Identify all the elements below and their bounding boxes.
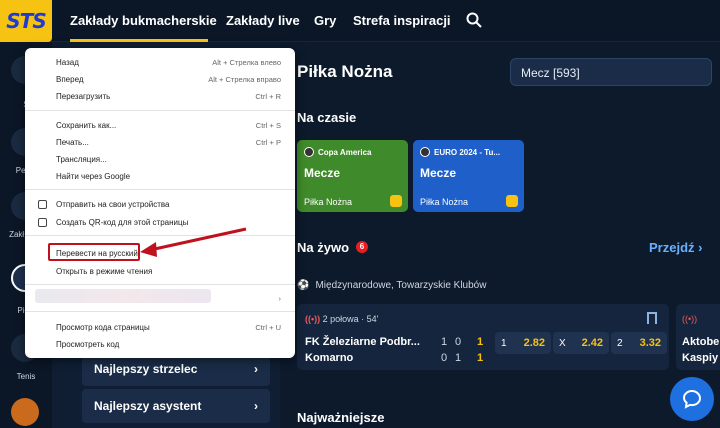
pin-icon[interactable] [647, 312, 657, 324]
chat-icon [682, 389, 702, 409]
nav-gry[interactable]: Gry [314, 13, 336, 28]
menu-item-send-to-devices[interactable]: Отправить на свои устройства [25, 196, 295, 212]
match-card-partial[interactable]: ((•)) Aktobe Kaspiy [676, 304, 720, 370]
promo-tag: Copa America [318, 147, 372, 157]
odd-button-1[interactable]: 1 2.82 [495, 332, 551, 354]
nav-zaklady-live[interactable]: Zakłady live [226, 13, 300, 28]
score: 0 [441, 352, 448, 364]
menu-item-cast[interactable]: Трансляция... [25, 151, 295, 167]
odd-button-2[interactable]: 2 3.32 [611, 332, 667, 354]
top-navbar: STS Zakłady bukmacherskie Zakłady live G… [0, 0, 720, 42]
sts-logo[interactable]: STS [0, 0, 52, 42]
score-total: 1 [477, 336, 484, 348]
league-name: Międzynarodowe, Towarzyskie Klubów [315, 280, 487, 291]
euro-logo-icon [420, 147, 430, 157]
chevron-right-icon: › [254, 399, 258, 413]
promo-badge-icon [390, 195, 402, 207]
chat-button[interactable] [670, 377, 714, 421]
nav-strefa-inspiracji[interactable]: Strefa inspiracji [353, 13, 451, 28]
section-na-zywo: Na żywo [297, 240, 350, 255]
przejdz-link[interactable]: Przejdź › [649, 240, 702, 255]
market-select[interactable]: Mecz [593] [510, 58, 712, 86]
najlepszy-asystent-row[interactable]: Najlepszy asystent › [82, 389, 270, 423]
chevron-right-icon: › [278, 293, 282, 303]
menu-item-search-google[interactable]: Найти через Google [25, 168, 295, 184]
rail-label: Tenis [16, 372, 36, 381]
copa-logo-icon [304, 147, 314, 157]
section-najwazniejsze: Najważniejsze [297, 410, 385, 425]
promo-title: Mecze [420, 166, 457, 180]
devices-icon [38, 199, 47, 209]
menu-item-forward[interactable]: Вперед Alt + Стрелка вправо [25, 71, 295, 87]
menu-separator [25, 284, 295, 285]
menu-separator [25, 311, 295, 312]
score: 0 [455, 336, 462, 348]
menu-item-qr-code[interactable]: Создать QR-код для этой страницы [25, 214, 295, 230]
promo-title: Mecze [304, 166, 341, 180]
search-icon[interactable] [466, 12, 482, 28]
menu-item-reload[interactable]: Перезагрузить Ctrl + R [25, 88, 295, 104]
score: 1 [455, 352, 462, 364]
blurred-extension-label [35, 289, 211, 303]
promo-card-copa[interactable]: Copa America Mecze Piłka Nożna [297, 140, 408, 212]
menu-item-save-as[interactable]: Сохранить как... Ctrl + S [25, 117, 295, 133]
team-away: Kaspiy [682, 352, 719, 364]
live-count-badge: 6 [356, 241, 368, 253]
team-home: FK Železiarne Podbr... [305, 336, 420, 348]
browser-context-menu: Назад Alt + Стрелка влево Вперед Alt + Стр… [25, 48, 295, 358]
chevron-right-icon: › [254, 362, 258, 376]
menu-item-print[interactable]: Печать... Ctrl + P [25, 134, 295, 150]
match-status: 2 połowa · 54' [322, 314, 379, 324]
score: 1 [441, 336, 448, 348]
section-na-czasie: Na czasie [297, 110, 357, 125]
promo-sub: Piłka Nożna [304, 197, 353, 207]
menu-item-inspect[interactable]: Просмотреть код [25, 336, 295, 352]
league-row: ⚽ Międzynarodowe, Towarzyskie Klubów [297, 280, 486, 291]
menu-item-view-source[interactable]: Просмотр кода страницы Ctrl + U [25, 319, 295, 335]
live-icon: ((•)) [305, 314, 321, 324]
translate-highlight-box [48, 243, 140, 261]
odd-button-x[interactable]: X 2.42 [553, 332, 609, 354]
promo-badge-icon [506, 195, 518, 207]
team-home: Aktobe [682, 336, 720, 348]
live-icon: ((•)) [682, 314, 698, 324]
football-icon: ⚽ [297, 280, 310, 291]
menu-separator [25, 189, 295, 190]
menu-item-back[interactable]: Назад Alt + Стрелка влево [25, 54, 295, 70]
basketball-icon[interactable] [11, 398, 39, 426]
row-label: Najlepszy strzelec [94, 362, 198, 376]
qr-code-icon [38, 217, 47, 227]
menu-item-reading-mode[interactable]: Открыть в режиме чтения [25, 263, 295, 279]
match-card[interactable]: ((•)) 2 połowa · 54' FK Železiarne Podbr… [297, 304, 669, 370]
menu-separator [25, 235, 295, 236]
promo-tag: EURO 2024 - Tu... [434, 147, 501, 157]
menu-separator [25, 110, 295, 111]
promo-sub: Piłka Nożna [420, 197, 469, 207]
page-title: Piłka Nożna [297, 62, 393, 81]
row-label: Najlepszy asystent [94, 399, 202, 413]
score-total: 1 [477, 352, 484, 364]
promo-card-euro[interactable]: EURO 2024 - Tu... Mecze Piłka Nożna [413, 140, 524, 212]
team-away: Komarno [305, 352, 354, 364]
nav-zaklady-bukmacherskie[interactable]: Zakłady bukmacherskie [70, 13, 217, 28]
